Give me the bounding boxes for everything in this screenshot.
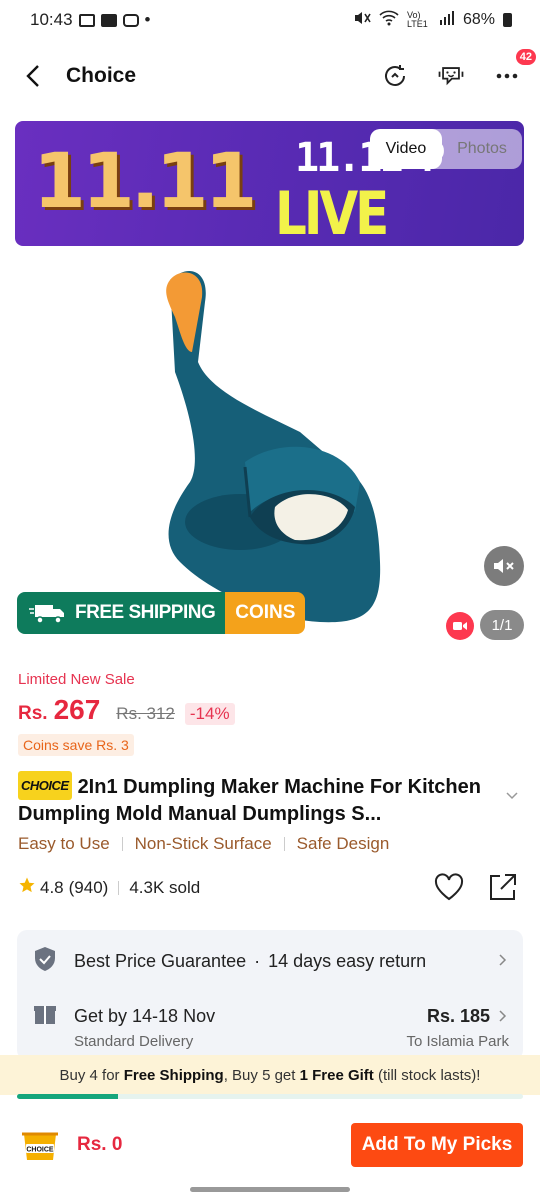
choice-tag: CHOICE <box>18 771 72 800</box>
promo-strip[interactable]: Buy 4 for Free Shipping , Buy 5 get 1 Fr… <box>0 1055 540 1095</box>
feature-tag: Safe Design <box>296 834 390 853</box>
promo-banner[interactable]: 11.11 11.11 P LIVE NOW! Video Photos <box>15 121 524 246</box>
promo-progress-fill <box>17 1094 119 1099</box>
delivery-type: Standard Delivery <box>74 1033 194 1050</box>
promo-text-2: , Buy 5 get <box>223 1066 300 1084</box>
add-to-picks-button[interactable]: Add To My Picks <box>351 1123 523 1167</box>
price-currency: Rs. <box>18 703 48 724</box>
network-label: Vo) LTE1 <box>406 10 428 29</box>
return-label: 14 days easy return <box>268 951 427 971</box>
feature-tags: Easy to Use Non-Stick Surface Safe Desig… <box>18 834 389 854</box>
gesture-nav-bar[interactable] <box>190 1187 350 1192</box>
current-price: 267 <box>53 694 101 725</box>
video-icon[interactable] <box>446 612 474 640</box>
page-title: Choice <box>66 64 137 87</box>
rating-row[interactable]: 4.8 (940) 4.3K sold <box>18 876 200 899</box>
chevron-right-icon <box>498 1007 507 1028</box>
more-options-icon[interactable]: 42 <box>492 49 536 91</box>
chevron-right-icon <box>498 951 507 972</box>
signal-icon <box>439 10 455 30</box>
customer-service-icon[interactable] <box>436 61 466 91</box>
shield-icon <box>33 946 57 977</box>
battery-icon <box>503 13 512 27</box>
truck-icon <box>29 601 67 625</box>
service-card: Best Price Guarantee · 14 days easy retu… <box>17 930 523 1060</box>
heart-icon[interactable] <box>434 873 464 906</box>
coins-save-badge: Coins save Rs. 3 <box>18 734 134 756</box>
notification-badge: 42 <box>515 49 536 65</box>
feature-tag: Easy to Use <box>18 834 110 853</box>
app-bar: Choice 42 <box>0 44 540 108</box>
tab-photos[interactable]: Photos <box>442 129 522 169</box>
banner-live-now: LIVE NOW! <box>275 179 389 246</box>
free-shipping-label: FREE SHIPPING <box>75 602 216 623</box>
banner-sale-date: 11.11 <box>33 136 257 225</box>
youtube-icon <box>100 13 117 27</box>
promo-text-1: Buy 4 for <box>59 1066 124 1084</box>
coins-label: COINS <box>225 592 306 634</box>
rating-score: 4.8 <box>40 877 64 897</box>
rating-count: (940) <box>68 877 109 897</box>
divider <box>118 880 120 895</box>
mute-button[interactable] <box>484 546 524 586</box>
battery-level: 68% <box>462 11 495 28</box>
guarantee-row[interactable]: Best Price Guarantee · 14 days easy retu… <box>33 946 507 977</box>
promo-progress-bar <box>17 1094 523 1099</box>
delivery-row[interactable]: Get by 14-18 Nov Rs. 185 <box>33 1002 507 1031</box>
instagram-icon <box>122 13 139 27</box>
delivery-destination: To Islamia Park <box>406 1033 509 1050</box>
original-price: Rs. 312 <box>116 704 175 723</box>
sold-count: 4.3K sold <box>129 877 201 897</box>
promo-text-3: (till stock lasts)! <box>373 1066 481 1084</box>
choice-cart-icon[interactable]: CHOICE <box>17 1125 63 1165</box>
delivery-date: Get by 14-18 Nov <box>74 1006 216 1026</box>
star-icon <box>18 876 36 899</box>
guarantee-label: Best Price Guarantee <box>74 951 247 971</box>
bottom-bar: CHOICE Rs. 0 Add To My Picks <box>0 1110 540 1180</box>
price-row: Rs. 267 Rs. 312 -14% <box>18 694 235 726</box>
back-arrow-icon[interactable] <box>18 61 48 91</box>
wifi-icon <box>379 10 399 31</box>
sale-label: Limited New Sale <box>18 671 135 688</box>
share-icon[interactable] <box>488 872 518 907</box>
promo-free-shipping: Free Shipping <box>123 1066 224 1084</box>
product-image[interactable] <box>150 262 390 632</box>
divider <box>121 837 123 851</box>
dot-icon: • <box>144 10 151 29</box>
product-title-text: 2In1 Dumpling Maker Machine For Kitchen … <box>18 776 481 825</box>
history-icon[interactable] <box>380 61 410 91</box>
discount-badge: -14% <box>184 703 235 725</box>
tab-video[interactable]: Video <box>370 129 442 169</box>
dot-separator: · <box>254 951 261 971</box>
gallery-icon <box>78 13 95 27</box>
chevron-down-icon[interactable] <box>505 788 519 806</box>
cart-label: CHOICE <box>26 1147 54 1154</box>
status-bar: 10:43 • Vo) LTE1 68% <box>0 0 540 40</box>
delivery-box-icon <box>33 1002 57 1031</box>
mute-status-icon <box>353 10 371 31</box>
status-time: 10:43 <box>30 10 73 29</box>
feature-tag: Non-Stick Surface <box>134 834 272 853</box>
promo-free-gift: 1 Free Gift <box>299 1066 374 1084</box>
shipping-banner: FREE SHIPPING COINS <box>17 592 306 634</box>
product-title[interactable]: CHOICE 2In1 Dumpling Maker Machine For Ki… <box>18 771 498 828</box>
image-counter: 1/1 <box>480 610 524 640</box>
divider <box>283 837 285 851</box>
cart-amount: Rs. 0 <box>77 1134 123 1155</box>
media-toggle: Video Photos <box>370 129 522 169</box>
delivery-price: Rs. 185 <box>426 1006 490 1026</box>
